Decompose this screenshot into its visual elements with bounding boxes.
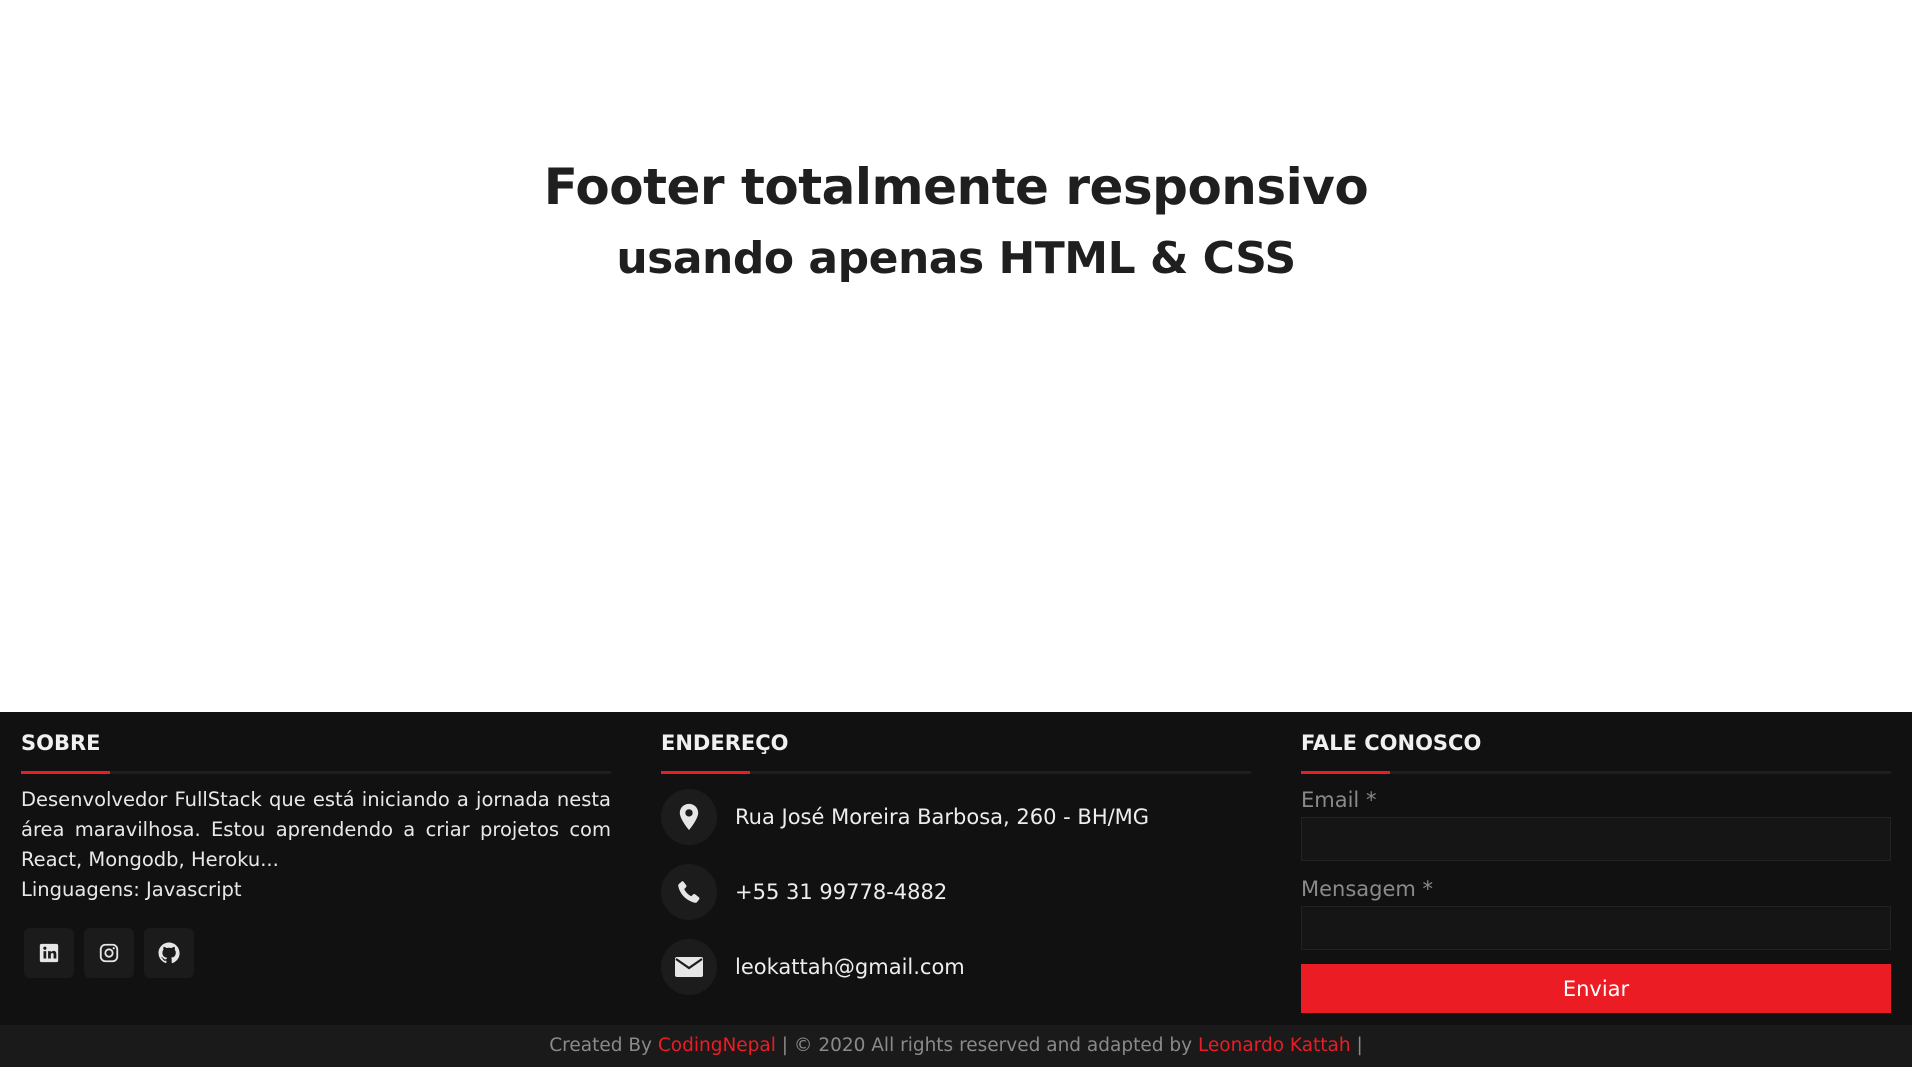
contact-title: FALE CONOSCO — [1301, 731, 1482, 755]
address-text: Rua José Moreira Barbosa, 260 - BH/MG — [735, 805, 1150, 829]
about-languages: Linguagens: Javascript — [21, 878, 242, 901]
separator-2: | — [1356, 1035, 1363, 1056]
about-divider-accent — [21, 771, 110, 774]
leonardo-kattah-link[interactable]: Leonardo Kattah — [1198, 1035, 1351, 1056]
phone-icon — [661, 864, 717, 920]
instagram-icon — [99, 943, 119, 963]
phone-text: +55 31 99778-4882 — [735, 880, 948, 904]
message-field[interactable] — [1301, 906, 1891, 950]
message-field-label: Mensagem * — [1301, 877, 1434, 901]
linkedin-link[interactable] — [24, 928, 74, 978]
instagram-link[interactable] — [84, 928, 134, 978]
address-item-email: leokattah@gmail.com — [661, 939, 1251, 995]
about-title: SOBRE — [21, 731, 101, 755]
email-text: leokattah@gmail.com — [735, 955, 965, 979]
contact-divider-accent — [1301, 771, 1390, 774]
hero-title: Footer totalmente responsivo — [543, 158, 1369, 216]
map-marker-icon — [661, 789, 717, 845]
rights-text: 2020 All rights reserved and adapted by — [818, 1035, 1193, 1056]
address-divider-accent — [661, 771, 750, 774]
address-item-location: Rua José Moreira Barbosa, 260 - BH/MG — [661, 789, 1251, 845]
hero-section: Footer totalmente responsivo usando apen… — [0, 0, 1912, 712]
about-description: Desenvolvedor FullStack que está inician… — [21, 788, 611, 871]
address-title: ENDEREÇO — [661, 731, 789, 755]
linkedin-icon — [39, 943, 59, 963]
github-link[interactable] — [144, 928, 194, 978]
copyright-symbol: © — [793, 1035, 813, 1056]
hero-subtitle: usando apenas HTML & CSS — [616, 233, 1296, 284]
codingnepal-link[interactable]: CodingNepal — [658, 1035, 776, 1056]
send-button[interactable]: Enviar — [1301, 964, 1891, 1013]
separator-1: | — [781, 1035, 789, 1056]
footer: SOBRE Desenvolvedor FullStack que está i… — [0, 712, 1912, 1025]
address-item-phone: +55 31 99778-4882 — [661, 864, 1251, 920]
copyright-bar: Created By CodingNepal | © 2020 All righ… — [0, 1025, 1912, 1067]
email-field-label: Email * — [1301, 788, 1377, 812]
email-field[interactable] — [1301, 817, 1891, 861]
envelope-icon — [661, 939, 717, 995]
created-by-text: Created By — [549, 1035, 652, 1056]
github-icon — [158, 942, 180, 964]
